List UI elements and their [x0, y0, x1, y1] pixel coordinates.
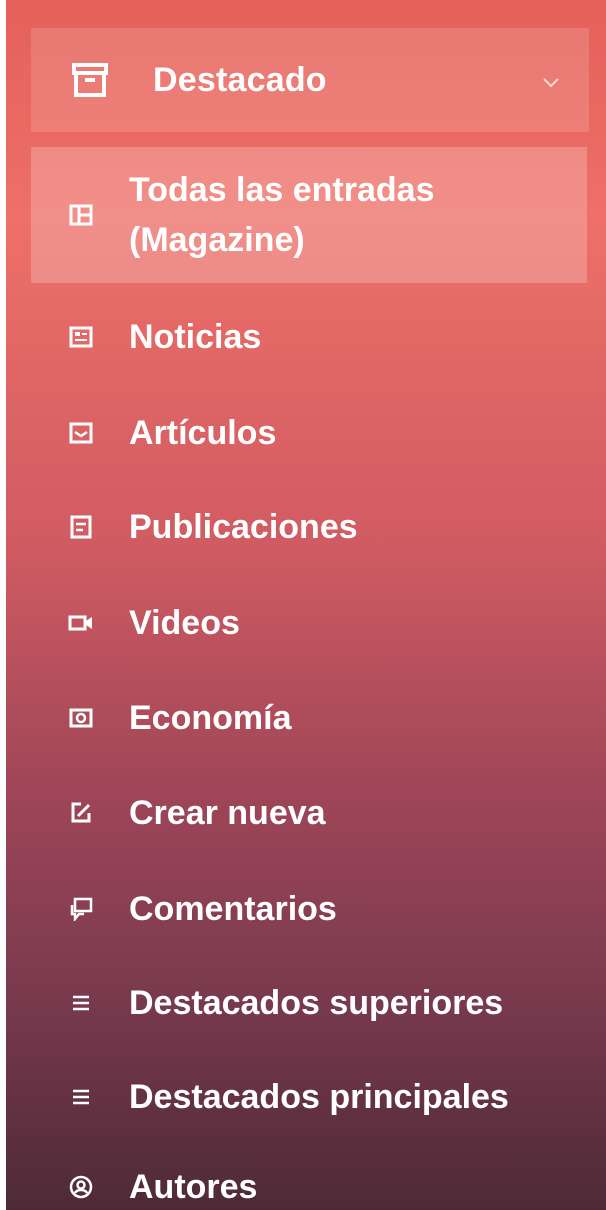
menu-group-title: Destacado: [153, 60, 327, 99]
menu-item-label: Destacados superiores: [129, 984, 504, 1022]
menu-item-videos[interactable]: Videos: [31, 598, 587, 648]
menu-item-label: Videos: [129, 604, 240, 642]
menu-item-label: Publicaciones: [129, 508, 358, 546]
menu-item-crear-nueva[interactable]: Crear nueva: [31, 788, 587, 838]
layout-icon: [67, 201, 95, 229]
menu-item-destacados-principales[interactable]: Destacados principales: [31, 1072, 587, 1122]
list-icon: [67, 989, 95, 1017]
chevron-down-icon[interactable]: [541, 72, 561, 92]
menu-item-comentarios[interactable]: Comentarios: [31, 884, 587, 934]
menu-item-articulos[interactable]: Artículos: [31, 408, 587, 458]
menu-item-label: Crear nueva: [129, 794, 326, 832]
document-lines-icon: [67, 513, 95, 541]
menu-item-label: Destacados principales: [129, 1078, 509, 1116]
menu-item-noticias[interactable]: Noticias: [31, 312, 587, 362]
newspaper-icon: [67, 323, 95, 351]
menu-item-label: Artículos: [129, 414, 277, 452]
menu-item-label: Todas las entradas (Magazine): [129, 171, 435, 259]
menu-item-economia[interactable]: Economía: [31, 693, 587, 743]
video-camera-icon: [67, 609, 95, 637]
menu-item-todas-las-entradas[interactable]: Todas las entradas (Magazine): [31, 147, 587, 283]
menu-item-publicaciones[interactable]: Publicaciones: [31, 502, 587, 552]
comments-icon: [67, 895, 95, 923]
list-icon: [67, 1083, 95, 1111]
sidebar-menu: Destacado Todas las entradas (Magazine): [6, 0, 606, 1210]
money-icon: [67, 704, 95, 732]
menu-group-header[interactable]: Destacado: [31, 28, 589, 132]
menu-item-autores[interactable]: Autores: [31, 1162, 587, 1210]
menu-item-label: Economía: [129, 699, 292, 737]
menu-item-label: Comentarios: [129, 890, 337, 928]
menu-item-label: Autores: [129, 1168, 258, 1206]
archive-box-icon: [71, 61, 109, 99]
menu-item-label: Noticias: [129, 318, 262, 356]
menu-item-destacados-superiores[interactable]: Destacados superiores: [31, 978, 587, 1028]
edit-icon: [67, 799, 95, 827]
user-circle-icon: [67, 1173, 95, 1201]
inbox-icon: [67, 419, 95, 447]
